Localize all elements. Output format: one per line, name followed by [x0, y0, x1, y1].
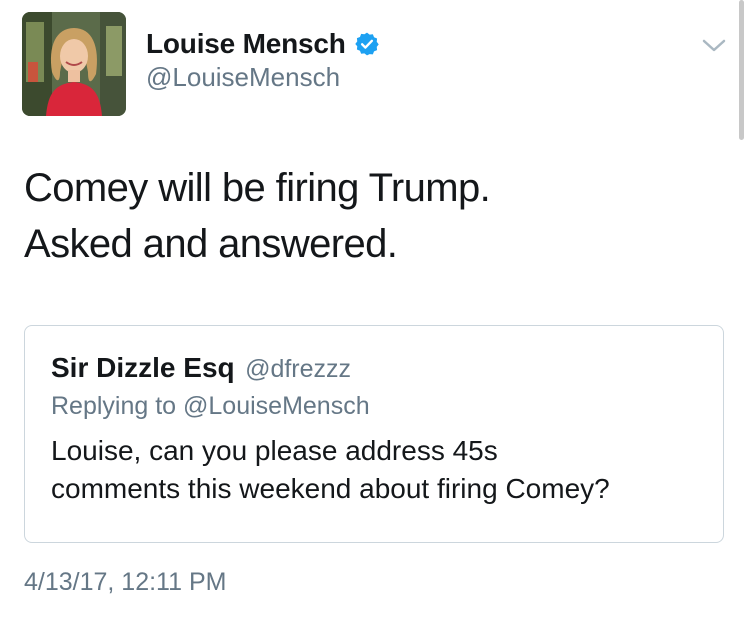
quoted-tweet-card[interactable]: Sir Dizzle Esq @dfrezzz Replying to @Lou…: [24, 325, 724, 543]
scrollbar[interactable]: [739, 0, 744, 140]
author-name-row: Louise Mensch: [146, 28, 380, 60]
quoted-tweet-text: Louise, can you please address 45s comme…: [51, 432, 711, 508]
quoted-tweet-header: Sir Dizzle Esq @dfrezzz: [51, 352, 351, 384]
author-avatar[interactable]: [22, 12, 126, 116]
tweet-text-line: Asked and answered.: [24, 222, 398, 266]
tweet-text: Comey will be firing Trump. Asked and an…: [24, 160, 724, 272]
quoted-text-line: comments this weekend about firing Comey…: [51, 473, 610, 504]
tweet-text-line: Comey will be firing Trump.: [24, 166, 491, 210]
tweet-timestamp[interactable]: 4/13/17, 12:11 PM: [24, 568, 226, 597]
quoted-author-handle: @dfrezzz: [245, 355, 352, 383]
chevron-down-icon[interactable]: [700, 36, 728, 56]
quoted-text-line: Louise, can you please address 45s: [51, 435, 498, 466]
verified-badge-icon: [354, 31, 380, 57]
quoted-author-name: Sir Dizzle Esq: [51, 352, 235, 383]
author-display-name[interactable]: Louise Mensch: [146, 28, 346, 60]
author-handle[interactable]: @LouiseMensch: [146, 62, 380, 93]
quoted-replying-to: Replying to @LouiseMensch: [51, 392, 370, 420]
tweet-author[interactable]: Louise Mensch @LouiseMensch: [146, 28, 380, 93]
